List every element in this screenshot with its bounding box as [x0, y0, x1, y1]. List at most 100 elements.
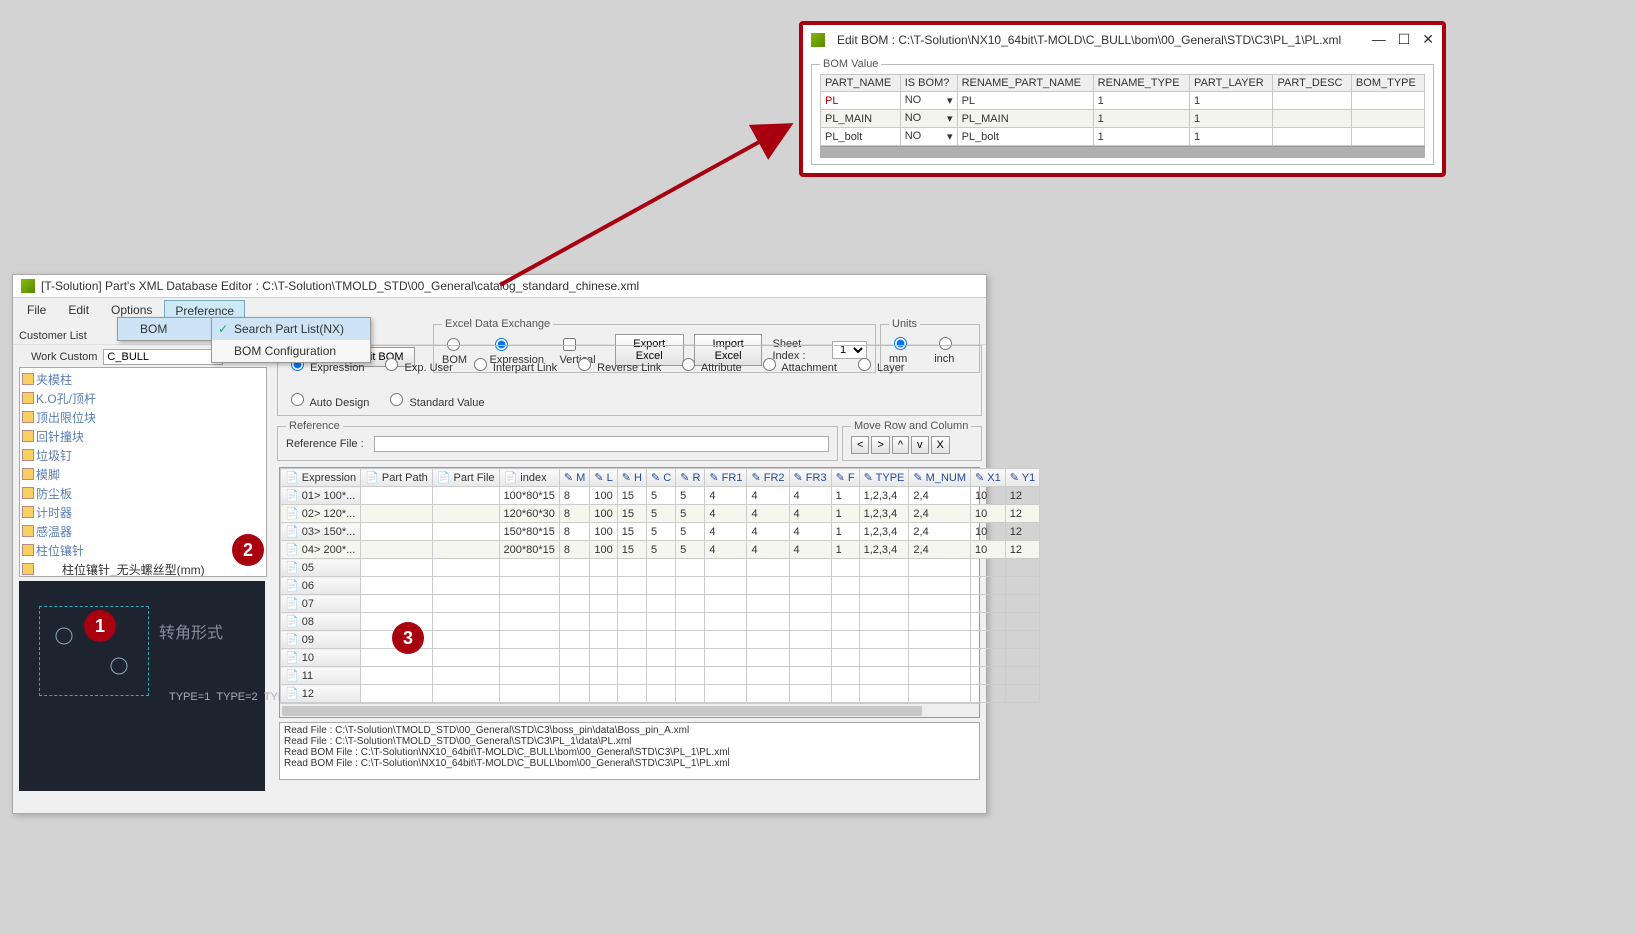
grid-cell[interactable]: [432, 505, 499, 523]
grid-cell[interactable]: [789, 667, 831, 685]
grid-cell[interactable]: 100: [590, 523, 617, 541]
grid-cell[interactable]: [361, 505, 433, 523]
grid-cell[interactable]: 4: [705, 523, 747, 541]
bom-cell[interactable]: 1: [1190, 110, 1273, 128]
grid-header[interactable]: 📄 Part File: [432, 469, 499, 487]
grid-header[interactable]: ✎ M: [559, 469, 589, 487]
bom-cell[interactable]: PL_MAIN: [957, 110, 1093, 128]
grid-cell[interactable]: [590, 577, 617, 595]
grid-cell[interactable]: [559, 577, 589, 595]
grid-cell[interactable]: 10: [971, 505, 1006, 523]
grid-cell[interactable]: [859, 577, 909, 595]
bom-cell[interactable]: PL_MAIN: [821, 110, 901, 128]
grid-header[interactable]: ✎ F: [831, 469, 859, 487]
bom-cell[interactable]: 1: [1190, 92, 1273, 110]
grid-cell[interactable]: [559, 685, 589, 703]
grid-cell[interactable]: [676, 631, 705, 649]
part-tree[interactable]: 夹模柱K.O孔/顶杆顶出限位块回针撞块垃圾钉模脚防尘板计时器感温器柱位镶针柱位镶…: [19, 367, 267, 577]
tree-item[interactable]: 顶出限位块: [22, 408, 264, 427]
grid-cell[interactable]: [432, 577, 499, 595]
grid-header[interactable]: ✎ C: [646, 469, 675, 487]
grid-cell[interactable]: 📄 11: [281, 667, 361, 685]
grid-cell[interactable]: [971, 577, 1006, 595]
grid-cell[interactable]: [859, 631, 909, 649]
grid-cell[interactable]: [432, 649, 499, 667]
grid-header[interactable]: ✎ H: [617, 469, 646, 487]
grid-cell[interactable]: 2,4: [909, 505, 971, 523]
grid-cell[interactable]: [361, 667, 433, 685]
grid-cell[interactable]: 2,4: [909, 541, 971, 559]
grid-cell[interactable]: [705, 685, 747, 703]
grid-cell[interactable]: [590, 685, 617, 703]
grid-cell[interactable]: [971, 595, 1006, 613]
menu-edit[interactable]: Edit: [58, 300, 99, 322]
bom-header[interactable]: RENAME_TYPE: [1093, 75, 1189, 92]
grid-cell[interactable]: 1: [831, 487, 859, 505]
grid-cell[interactable]: [361, 487, 433, 505]
vp-reverse[interactable]: Reverse Link: [573, 355, 661, 374]
grid-cell[interactable]: 12: [1005, 523, 1040, 541]
grid-cell[interactable]: [789, 613, 831, 631]
bom-cell[interactable]: NO ▾: [900, 128, 957, 146]
grid-cell[interactable]: 1: [831, 523, 859, 541]
grid-header[interactable]: 📄 index: [499, 469, 559, 487]
grid-cell[interactable]: [1005, 577, 1040, 595]
grid-cell[interactable]: 4: [747, 505, 789, 523]
grid-cell[interactable]: 1: [831, 541, 859, 559]
grid-cell[interactable]: [909, 559, 971, 577]
grid-cell[interactable]: [859, 595, 909, 613]
grid-cell[interactable]: [590, 649, 617, 667]
grid-cell[interactable]: [646, 613, 675, 631]
grid-cell[interactable]: 1,2,3,4: [859, 541, 909, 559]
submenu-bom-configuration[interactable]: BOM Configuration: [212, 340, 370, 362]
grid-cell[interactable]: [705, 667, 747, 685]
grid-header[interactable]: ✎ FR1: [705, 469, 747, 487]
grid-cell[interactable]: [789, 559, 831, 577]
tree-item[interactable]: 柱位镶针_无头螺丝型(mm): [22, 560, 264, 577]
grid-cell[interactable]: [432, 541, 499, 559]
maximize-button[interactable]: ☐: [1398, 31, 1411, 48]
grid-cell[interactable]: [361, 577, 433, 595]
grid-cell[interactable]: 1,2,3,4: [859, 505, 909, 523]
grid-cell[interactable]: [559, 667, 589, 685]
grid-cell[interactable]: [971, 685, 1006, 703]
grid-cell[interactable]: [705, 613, 747, 631]
bom-cell[interactable]: NO ▾: [900, 110, 957, 128]
data-grid[interactable]: 📄 Expression📄 Part Path📄 Part File📄 inde…: [279, 467, 980, 718]
grid-cell[interactable]: [859, 649, 909, 667]
grid-cell[interactable]: 15: [617, 487, 646, 505]
grid-cell[interactable]: 10: [971, 523, 1006, 541]
grid-cell[interactable]: 15: [617, 505, 646, 523]
grid-cell[interactable]: [499, 667, 559, 685]
grid-cell[interactable]: [859, 667, 909, 685]
grid-cell[interactable]: [590, 559, 617, 577]
grid-cell[interactable]: 5: [676, 541, 705, 559]
grid-cell[interactable]: 15: [617, 523, 646, 541]
grid-cell[interactable]: [361, 559, 433, 577]
grid-cell[interactable]: 8: [559, 505, 589, 523]
vp-auto-design[interactable]: Auto Design: [286, 390, 369, 409]
grid-header[interactable]: ✎ R: [676, 469, 705, 487]
grid-cell[interactable]: [705, 649, 747, 667]
grid-cell[interactable]: [432, 685, 499, 703]
grid-cell[interactable]: [646, 685, 675, 703]
grid-cell[interactable]: [1005, 649, 1040, 667]
grid-cell[interactable]: [676, 595, 705, 613]
grid-cell[interactable]: [747, 577, 789, 595]
grid-cell[interactable]: [361, 595, 433, 613]
grid-cell[interactable]: [789, 649, 831, 667]
grid-cell[interactable]: 4: [789, 523, 831, 541]
grid-cell[interactable]: 12: [1005, 505, 1040, 523]
tree-item[interactable]: 垃圾钉: [22, 446, 264, 465]
grid-header[interactable]: ✎ TYPE: [859, 469, 909, 487]
vp-layer[interactable]: Layer: [853, 355, 905, 374]
grid-cell[interactable]: [909, 595, 971, 613]
move-x-button[interactable]: X: [931, 436, 950, 454]
grid-cell[interactable]: [747, 595, 789, 613]
bom-cell[interactable]: NO ▾: [900, 92, 957, 110]
grid-cell[interactable]: 5: [646, 505, 675, 523]
vp-exp-user[interactable]: Exp. User: [380, 355, 452, 374]
grid-cell[interactable]: [747, 613, 789, 631]
grid-cell[interactable]: 📄 12: [281, 685, 361, 703]
bom-cell[interactable]: [1351, 128, 1424, 146]
